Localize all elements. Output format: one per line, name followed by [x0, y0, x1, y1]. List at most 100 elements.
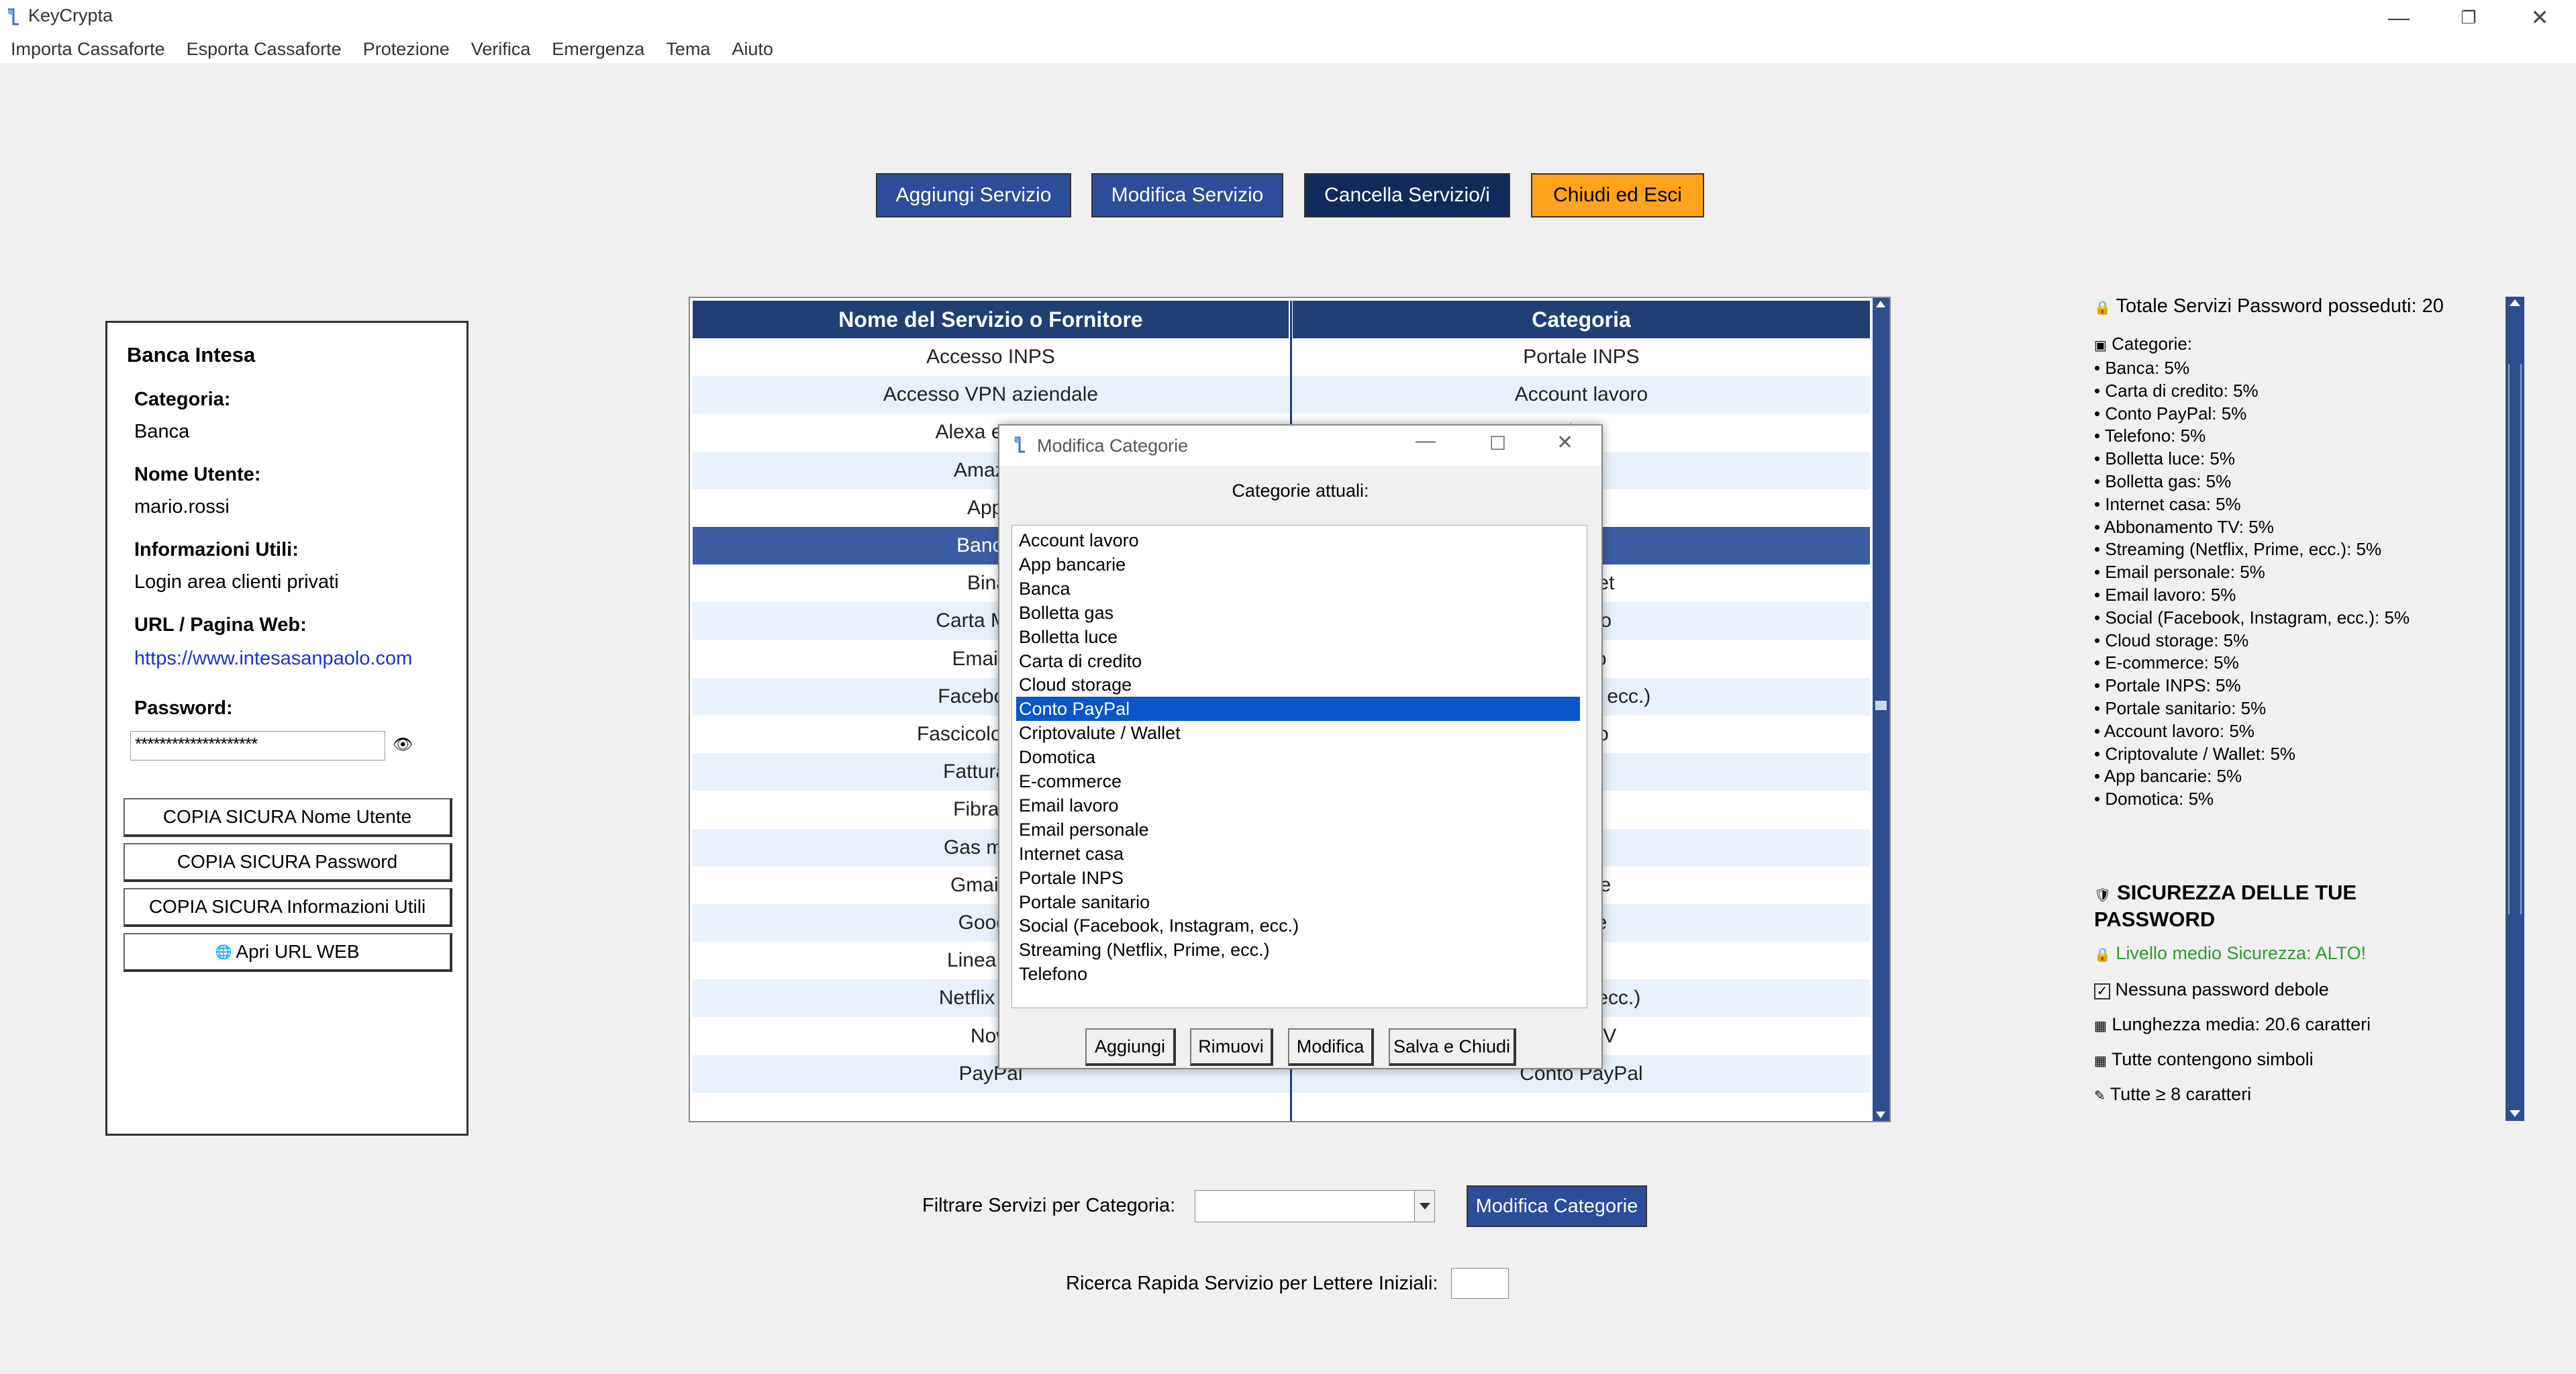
category-list-item[interactable]: Account lavoro: [1016, 528, 1580, 552]
scroll-thumb[interactable]: [1875, 701, 1887, 710]
stats-scroll-up-icon[interactable]: [2510, 299, 2520, 306]
category-list-item[interactable]: Internet casa: [1016, 842, 1580, 866]
add-category-button[interactable]: Aggiungi: [1085, 1028, 1176, 1066]
category-stat: • Conto PayPal: 5%: [2094, 403, 2247, 424]
menu-aiuto[interactable]: Aiuto: [721, 39, 784, 60]
app-icon: [8, 8, 19, 26]
scroll-down-arrow-icon[interactable]: [1876, 1112, 1885, 1118]
menu-importa-cassaforte[interactable]: Importa Cassaforte: [0, 39, 176, 60]
category-list-item[interactable]: Telefono: [1016, 962, 1580, 986]
checkbox-icon: ✓: [2094, 983, 2110, 999]
menu-bar: Importa Cassaforte Esporta Cassaforte Pr…: [0, 35, 2576, 63]
category-stat: • E-commerce: 5%: [2094, 652, 2239, 673]
category-list-item[interactable]: Carta di credito: [1016, 649, 1580, 673]
avg-length-text: Lunghezza media: 20.6 caratteri: [2112, 1014, 2371, 1034]
category-stat: • Account lavoro: 5%: [2094, 720, 2255, 741]
cell-service-name: Accesso INPS: [926, 346, 1055, 368]
title-bar: [0, 0, 2576, 35]
open-url-button[interactable]: 🌐 Apri URL WEB: [123, 933, 452, 972]
category-list-item[interactable]: Conto PayPal: [1016, 697, 1580, 722]
category-list-item[interactable]: Domotica: [1016, 745, 1580, 769]
table-row[interactable]: Accesso INPS Portale INPS: [693, 338, 1870, 376]
restore-button[interactable]: ❐: [2435, 0, 2502, 35]
shield-icon: 🛡: [2094, 888, 2112, 903]
category-filter-select[interactable]: [1195, 1190, 1435, 1222]
copy-password-button[interactable]: COPIA SICURA Password: [123, 843, 452, 882]
search-input[interactable]: [1451, 1268, 1509, 1299]
category-list-item[interactable]: Banca: [1016, 577, 1580, 601]
category-list-item[interactable]: Streaming (Netflix, Prime, ecc.): [1016, 938, 1580, 962]
category-stat: • Bolletta luce: 5%: [2094, 448, 2235, 469]
cell-category: Portale INPS: [1523, 346, 1640, 368]
total-services-text: Totale Servizi Password posseduti: 20: [2116, 295, 2444, 317]
add-service-button[interactable]: Aggiungi Servizio: [876, 173, 1071, 217]
symbols-info: ▦ Tutte contengono simboli: [2094, 1048, 2314, 1073]
cell-service-name: Accesso VPN aziendale: [883, 383, 1099, 406]
category-list-item[interactable]: Bolletta gas: [1016, 601, 1580, 625]
globe-icon: 🌐: [215, 944, 232, 960]
category-stat: • Bolletta gas: 5%: [2094, 471, 2232, 491]
username-label: Nome Utente:: [134, 464, 261, 485]
stats-scrollbar[interactable]: [2506, 297, 2524, 1121]
dialog-app-icon: [1014, 436, 1025, 453]
column-header-name[interactable]: Nome del Servizio o Fornitore: [693, 301, 1289, 338]
category-list-item[interactable]: App bancarie: [1016, 552, 1580, 577]
category-list-item[interactable]: Cloud storage: [1016, 673, 1580, 697]
dialog-title: Modifica Categorie: [1037, 436, 1189, 456]
menu-protezione[interactable]: Protezione: [352, 39, 460, 60]
menu-tema[interactable]: Tema: [655, 39, 721, 60]
dialog-close-button[interactable]: ✕: [1556, 431, 1573, 454]
minimize-button[interactable]: —: [2365, 0, 2432, 35]
url-link[interactable]: https://www.intesasanpaolo.com: [134, 648, 412, 670]
modify-category-button[interactable]: Modifica: [1288, 1028, 1374, 1066]
menu-esporta-cassaforte[interactable]: Esporta Cassaforte: [176, 39, 352, 60]
symbol-icon: ▦: [2094, 1054, 2107, 1069]
category-value: Banca: [134, 421, 190, 442]
category-list-item[interactable]: Email personale: [1016, 818, 1580, 842]
dialog-maximize-button[interactable]: ☐: [1489, 432, 1506, 454]
dialog-title-bar: Modifica Categorie — ☐ ✕: [999, 426, 1601, 466]
stats-scroll-thumb[interactable]: [2508, 364, 2522, 914]
category-list-item[interactable]: Email lavoro: [1016, 793, 1580, 818]
category-list-item[interactable]: E-commerce: [1016, 769, 1580, 793]
dialog-minimize-button[interactable]: —: [1416, 430, 1436, 452]
exit-button[interactable]: Chiudi ed Esci: [1531, 173, 1704, 217]
save-close-button[interactable]: Salva e Chiudi: [1389, 1028, 1516, 1066]
edit-categories-button[interactable]: Modifica Categorie: [1467, 1185, 1647, 1227]
menu-verifica[interactable]: Verifica: [460, 39, 542, 60]
column-header-category[interactable]: Categoria: [1293, 301, 1870, 338]
security-title-text: SICUREZZA DELLE TUE PASSWORD: [2094, 881, 2357, 931]
password-field[interactable]: ********************: [130, 731, 385, 760]
scroll-up-arrow-icon[interactable]: [1876, 301, 1885, 307]
categories-title: ▣ Categorie:: [2094, 333, 2192, 358]
password-value: ********************: [135, 734, 258, 754]
stats-scroll-down-icon[interactable]: [2510, 1110, 2520, 1117]
category-list-item[interactable]: Criptovalute / Wallet: [1016, 721, 1580, 745]
url-label: URL / Pagina Web:: [134, 614, 307, 636]
category-list-item[interactable]: Portale sanitario: [1016, 890, 1580, 914]
no-weak-text: Nessuna password debole: [2115, 979, 2329, 999]
remove-category-button[interactable]: Rimuovi: [1190, 1028, 1273, 1066]
category-stat: • Email personale: 5%: [2094, 562, 2265, 583]
min-chars-info: ✎ Tutte ≥ 8 caratteri: [2094, 1083, 2251, 1108]
category-stat: • Portale sanitario: 5%: [2094, 697, 2267, 718]
copy-info-button[interactable]: COPIA SICURA Informazioni Utili: [123, 888, 452, 927]
category-list-item[interactable]: Bolletta luce: [1016, 625, 1580, 649]
category-list-item[interactable]: Social (Facebook, Instagram, ecc.): [1016, 914, 1580, 938]
category-stat: • Cloud storage: 5%: [2094, 630, 2249, 650]
menu-emergenza[interactable]: Emergenza: [541, 39, 655, 60]
table-scrollbar[interactable]: [1873, 298, 1889, 1121]
copy-username-button[interactable]: COPIA SICURA Nome Utente: [123, 798, 452, 837]
dropdown-button[interactable]: [1414, 1191, 1434, 1222]
delete-service-button[interactable]: Cancella Servizio/i: [1304, 173, 1510, 217]
edit-service-button[interactable]: Modifica Servizio: [1091, 173, 1283, 217]
categories-listbox[interactable]: Account lavoro App bancarie Banca Bolletta …: [1011, 525, 1587, 1008]
dialog-heading: Categorie attuali:: [1232, 481, 1369, 501]
close-button[interactable]: ✕: [2506, 0, 2573, 35]
search-label: Ricerca Rapida Servizio per Lettere Iniz…: [1066, 1273, 1438, 1294]
category-list-item[interactable]: Portale INPS: [1016, 866, 1580, 890]
edit-categories-dialog: Modifica Categorie — ☐ ✕ Categorie attua…: [998, 424, 1603, 1069]
category-stat: • Email lavoro: 5%: [2094, 584, 2236, 605]
table-row[interactable]: Accesso VPN aziendale Account lavoro: [693, 376, 1870, 414]
eye-icon[interactable]: 👁: [393, 735, 413, 754]
